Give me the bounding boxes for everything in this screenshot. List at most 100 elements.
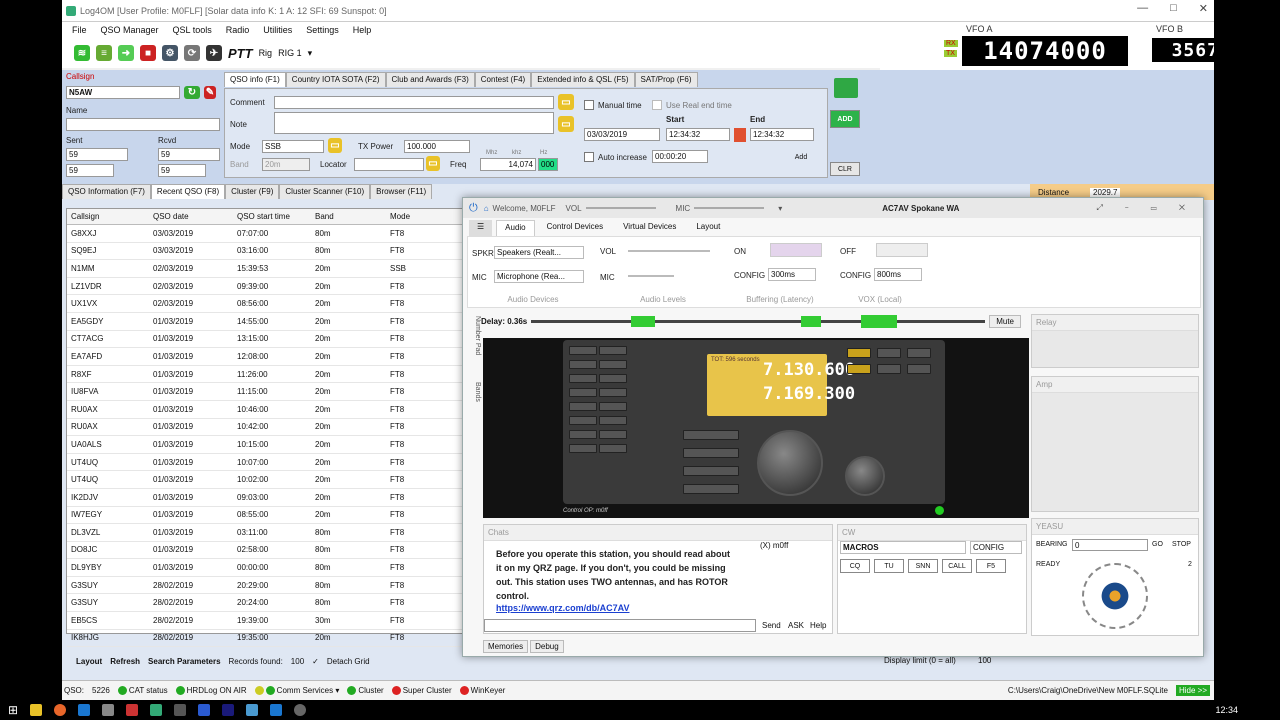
- tab-sat-prop[interactable]: SAT/Prop (F6): [634, 72, 698, 87]
- table-row[interactable]: RU0AX 01/03/2019 10:42:00 20m FT8: [67, 419, 465, 437]
- tab-extended-info[interactable]: Extended info & QSL (F5): [531, 72, 635, 87]
- rcvd-input[interactable]: 59: [158, 148, 220, 161]
- mute-button[interactable]: Mute: [989, 314, 1021, 328]
- chevron-down-icon[interactable]: ▾: [308, 48, 313, 59]
- mode-lock-icon[interactable]: ▭: [328, 138, 342, 153]
- refresh-icon[interactable]: ⟳: [184, 45, 200, 61]
- manual-time-checkbox[interactable]: [584, 100, 594, 110]
- tab-qso-info[interactable]: QSO info (F1): [224, 72, 286, 87]
- arrow-right-icon[interactable]: ➜: [118, 45, 134, 61]
- freq-hz-input[interactable]: 000: [538, 158, 558, 171]
- txpower-input[interactable]: 100.000: [404, 140, 470, 153]
- help-button[interactable]: Help: [810, 621, 826, 630]
- app-icon-8[interactable]: [270, 704, 283, 716]
- sent-select[interactable]: 59: [66, 164, 114, 177]
- menu-file[interactable]: File: [72, 25, 87, 35]
- app-icon-7[interactable]: [246, 704, 259, 716]
- table-row[interactable]: LZ1VDR 02/03/2019 09:39:00 20m FT8: [67, 278, 465, 296]
- clear-button[interactable]: CLR: [830, 162, 860, 176]
- tab-control-devices[interactable]: Control Devices: [539, 220, 611, 236]
- tab-cluster-scanner[interactable]: Cluster Scanner (F10): [279, 184, 371, 199]
- firefox-icon[interactable]: [54, 704, 67, 716]
- cw-config-select[interactable]: CONFIG: [970, 541, 1022, 554]
- minimize-icon[interactable]: —: [1137, 2, 1148, 15]
- main-tuning-knob[interactable]: [757, 430, 823, 496]
- table-row[interactable]: IU8FVA 01/03/2019 11:15:00 20m FT8: [67, 383, 465, 401]
- clock[interactable]: 12:34: [1215, 705, 1238, 715]
- windows-start-icon[interactable]: ⊞: [8, 703, 18, 717]
- lookup-icon[interactable]: ↻: [184, 86, 200, 99]
- cluster-status[interactable]: Cluster: [347, 686, 384, 696]
- search-params-button[interactable]: Search Parameters: [148, 657, 221, 666]
- table-row[interactable]: IW7EGY 01/03/2019 08:55:00 20m FT8: [67, 507, 465, 525]
- folder-icon[interactable]: ▭: [558, 94, 574, 110]
- name-input[interactable]: [66, 118, 220, 131]
- note-folder-icon[interactable]: ▭: [558, 116, 574, 132]
- buffering-select[interactable]: 300ms: [768, 268, 816, 281]
- menu-help[interactable]: Help: [353, 25, 372, 35]
- menu-settings[interactable]: Settings: [306, 25, 339, 35]
- table-row[interactable]: EB5CS 28/02/2019 19:39:00 30m FT8: [67, 612, 465, 630]
- col-qso-date[interactable]: QSO date: [149, 212, 233, 221]
- app-icon-5[interactable]: [198, 704, 211, 716]
- config-icon[interactable]: ☰: [469, 220, 493, 236]
- file-explorer-icon[interactable]: [30, 704, 43, 716]
- col-start-time[interactable]: QSO start time: [233, 212, 311, 221]
- table-row[interactable]: G3SUY 28/02/2019 20:24:00 80m FT8: [67, 594, 465, 613]
- time-reset-icon[interactable]: [734, 128, 746, 142]
- level-vol-slider[interactable]: [628, 250, 710, 252]
- col-mode[interactable]: Mode: [386, 212, 464, 221]
- freq-input[interactable]: 14,074: [480, 158, 536, 171]
- app-icon-4[interactable]: [174, 704, 187, 716]
- cw-call-button[interactable]: CALL: [942, 559, 972, 573]
- col-callsign[interactable]: Callsign: [67, 212, 149, 221]
- table-row[interactable]: UT4UQ 01/03/2019 10:02:00 20m FT8: [67, 471, 465, 489]
- chat-input[interactable]: [484, 619, 756, 632]
- tab-recent-qso[interactable]: Recent QSO (F8): [150, 184, 226, 199]
- tab-qso-information[interactable]: QSO Information (F7): [62, 184, 151, 199]
- close-icon[interactable]: ✕: [1199, 2, 1208, 15]
- tab-contest[interactable]: Contest (F4): [474, 72, 532, 87]
- tab-cluster[interactable]: Cluster (F9): [225, 184, 280, 199]
- hrdlog-status[interactable]: HRDLog ON AIR: [175, 686, 247, 696]
- cw-snn-button[interactable]: SNN: [908, 559, 938, 573]
- ptt-button[interactable]: PTT: [228, 46, 253, 61]
- col-band[interactable]: Band: [311, 212, 386, 221]
- band-select[interactable]: 20m: [262, 158, 310, 171]
- detach-grid-checkbox[interactable]: ✓: [312, 657, 319, 666]
- table-row[interactable]: R8XF 01/03/2019 11:26:00 20m FT8: [67, 366, 465, 384]
- cw-tu-button[interactable]: TU: [874, 559, 904, 573]
- table-row[interactable]: N1MM 02/03/2019 15:39:53 20m SSB: [67, 260, 465, 278]
- stop-button[interactable]: STOP: [1172, 541, 1191, 548]
- chat-user[interactable]: (X) m0ff: [760, 541, 788, 550]
- menu-qsl-tools[interactable]: QSL tools: [173, 25, 212, 35]
- stop-icon[interactable]: ■: [140, 45, 156, 61]
- display-limit-value[interactable]: 100: [978, 656, 991, 665]
- table-row[interactable]: UT4UQ 01/03/2019 10:07:00 20m FT8: [67, 454, 465, 472]
- send-button[interactable]: Send: [762, 621, 781, 630]
- table-row[interactable]: DO8JC 01/03/2019 02:58:00 80m FT8: [67, 542, 465, 560]
- tab-virtual-devices[interactable]: Virtual Devices: [615, 220, 684, 236]
- tab-debug[interactable]: Debug: [530, 640, 564, 653]
- table-row[interactable]: G8XXJ 03/03/2019 07:07:00 80m FT8: [67, 225, 465, 243]
- note-input[interactable]: [274, 112, 554, 134]
- app-icon-6[interactable]: [222, 704, 235, 716]
- app-icon-1[interactable]: [102, 704, 115, 716]
- satellite-icon[interactable]: ✈: [206, 45, 222, 61]
- locator-icon[interactable]: ▭: [426, 156, 440, 171]
- sent-input[interactable]: 59: [66, 148, 128, 161]
- vox-toggle[interactable]: [876, 243, 928, 257]
- super-cluster-status[interactable]: Super Cluster: [391, 686, 452, 696]
- chevron-down-icon[interactable]: ▾: [778, 204, 782, 213]
- locator-input[interactable]: [354, 158, 424, 171]
- wifi-icon[interactable]: ≋: [74, 45, 90, 61]
- table-row[interactable]: DL9YBY 01/03/2019 00:00:00 80m FT8: [67, 559, 465, 577]
- table-row[interactable]: IK2DJV 01/03/2019 09:03:00 20m FT8: [67, 489, 465, 507]
- vol-slider[interactable]: [585, 207, 656, 209]
- rig-select[interactable]: RIG 1: [278, 48, 302, 58]
- go-button[interactable]: GO: [1152, 541, 1163, 548]
- menu-radio[interactable]: Radio: [226, 25, 250, 35]
- end-time-input[interactable]: 12:34:32: [750, 128, 814, 141]
- table-row[interactable]: RU0AX 01/03/2019 10:46:00 20m FT8: [67, 401, 465, 419]
- table-row[interactable]: UA0ALS 01/03/2019 10:15:00 20m FT8: [67, 436, 465, 454]
